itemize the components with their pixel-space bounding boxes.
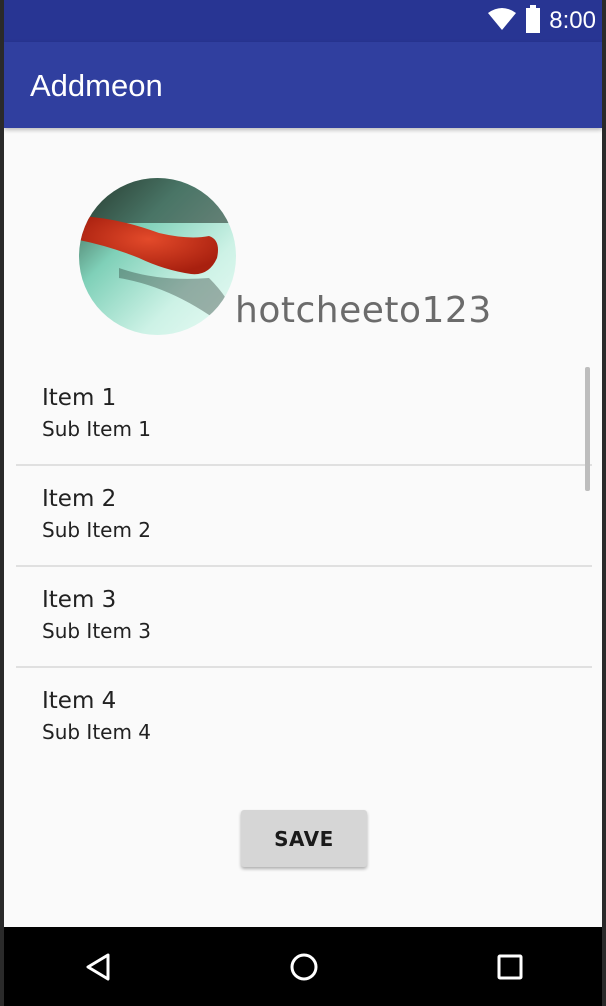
save-button[interactable]: SAVE [241, 810, 367, 867]
username: hotcheeto123 [235, 290, 492, 331]
list-item-title: Item 1 [42, 385, 117, 411]
list-item[interactable]: Item 1 Sub Item 1 [16, 365, 592, 466]
item-list[interactable]: Item 1 Sub Item 1 Item 2 Sub Item 2 Item… [16, 365, 592, 770]
list-item-subtitle: Sub Item 4 [42, 720, 152, 744]
list-item-title: Item 2 [42, 486, 117, 512]
status-time: 8:00 [549, 7, 596, 34]
avatar [79, 178, 236, 335]
list-item-subtitle: Sub Item 3 [42, 619, 152, 643]
app-title: Addmeon [30, 68, 163, 103]
device-screen: 8:00 Addmeon hotcheeto123 Item 1 Sub Ite… [4, 0, 602, 1006]
list-item-subtitle: Sub Item 1 [42, 417, 152, 441]
home-icon[interactable] [278, 941, 330, 993]
list-scrollbar[interactable] [585, 367, 590, 491]
app-bar: Addmeon [4, 42, 602, 128]
list-item[interactable]: Item 4 Sub Item 4 [16, 668, 592, 769]
status-icons: 8:00 [487, 4, 596, 38]
list-item[interactable]: Item 2 Sub Item 2 [16, 466, 592, 567]
list-item[interactable]: Item 3 Sub Item 3 [16, 567, 592, 668]
list-item-title: Item 4 [42, 688, 117, 714]
list-item-subtitle: Sub Item 2 [42, 518, 152, 542]
back-icon[interactable] [72, 941, 124, 993]
battery-icon [525, 4, 541, 38]
navigation-bar [4, 927, 602, 1006]
wifi-icon [487, 7, 517, 36]
recents-icon[interactable] [484, 941, 536, 993]
status-bar: 8:00 [4, 0, 602, 42]
list-item-title: Item 3 [42, 587, 117, 613]
